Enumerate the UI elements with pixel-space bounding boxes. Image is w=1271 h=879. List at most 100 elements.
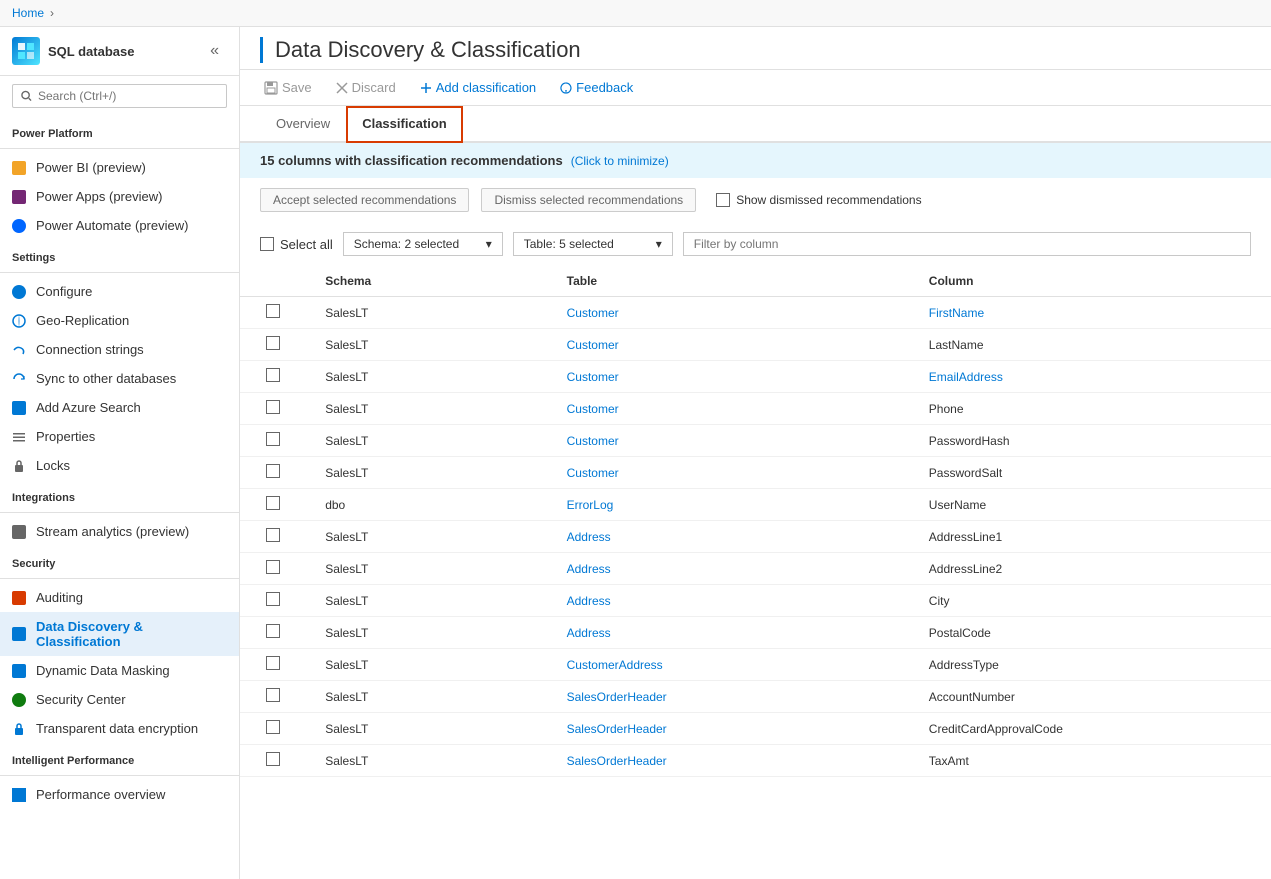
- encryption-icon: [12, 722, 26, 736]
- cell-table[interactable]: SalesOrderHeader: [547, 681, 909, 713]
- sidebar-label-encryption: Transparent data encryption: [36, 721, 198, 736]
- select-all-checkbox[interactable]: [260, 237, 274, 251]
- row-checkbox[interactable]: [266, 432, 280, 446]
- filter-row: Select all Schema: 2 selected ▾ Table: 5…: [240, 222, 1271, 266]
- sidebar-item-sync[interactable]: Sync to other databases: [0, 364, 239, 393]
- table-row: SalesLTAddressAddressLine1: [240, 521, 1271, 553]
- row-checkbox[interactable]: [266, 592, 280, 606]
- breadcrumb: Home ›: [0, 0, 1271, 27]
- cell-table[interactable]: Address: [547, 585, 909, 617]
- sidebar-item-configure[interactable]: Configure: [0, 277, 239, 306]
- cell-table[interactable]: CustomerAddress: [547, 649, 909, 681]
- sidebar-item-stream[interactable]: Stream analytics (preview): [0, 517, 239, 546]
- row-checkbox[interactable]: [266, 624, 280, 638]
- cell-table[interactable]: Customer: [547, 297, 909, 329]
- cell-column[interactable]: EmailAddress: [909, 361, 1271, 393]
- column-filter-input[interactable]: [683, 232, 1251, 256]
- row-checkbox[interactable]: [266, 752, 280, 766]
- cell-schema: SalesLT: [305, 521, 546, 553]
- accept-recommendations-button[interactable]: Accept selected recommendations: [260, 188, 469, 212]
- row-checkbox[interactable]: [266, 720, 280, 734]
- table-row: SalesLTAddressCity: [240, 585, 1271, 617]
- cell-table[interactable]: Customer: [547, 329, 909, 361]
- search-input[interactable]: [38, 89, 218, 103]
- sidebar-label-powerbi: Power BI (preview): [36, 160, 146, 175]
- sidebar-label-sync: Sync to other databases: [36, 371, 176, 386]
- cell-column: PasswordSalt: [909, 457, 1271, 489]
- row-checkbox[interactable]: [266, 496, 280, 510]
- tab-overview[interactable]: Overview: [260, 106, 346, 143]
- schema-filter-dropdown[interactable]: Schema: 2 selected ▾: [343, 232, 503, 256]
- tab-classification[interactable]: Classification: [346, 106, 463, 143]
- minimize-link[interactable]: (Click to minimize): [571, 154, 669, 168]
- section-intelligent-perf: Intelligent Performance: [0, 743, 239, 771]
- breadcrumb-home[interactable]: Home: [12, 6, 44, 20]
- sidebar-item-powerbi[interactable]: Power BI (preview): [0, 153, 239, 182]
- sidebar-item-discovery[interactable]: Data Discovery & Classification: [0, 612, 239, 656]
- cell-table[interactable]: ErrorLog: [547, 489, 909, 521]
- sidebar-label-configure: Configure: [36, 284, 92, 299]
- cell-column: CreditCardApprovalCode: [909, 713, 1271, 745]
- save-button[interactable]: Save: [260, 78, 316, 97]
- discard-button[interactable]: Discard: [332, 78, 400, 97]
- table-header-column: Column: [909, 266, 1271, 297]
- sidebar-item-auditing[interactable]: Auditing: [0, 583, 239, 612]
- row-checkbox[interactable]: [266, 304, 280, 318]
- sidebar-item-geo[interactable]: Geo-Replication: [0, 306, 239, 335]
- content-header: Data Discovery & Classification: [240, 27, 1271, 70]
- sidebar-item-locks[interactable]: Locks: [0, 451, 239, 480]
- sidebar-item-properties[interactable]: Properties: [0, 422, 239, 451]
- cell-table[interactable]: SalesOrderHeader: [547, 713, 909, 745]
- sidebar-item-powerapps[interactable]: Power Apps (preview): [0, 182, 239, 211]
- cell-schema: SalesLT: [305, 617, 546, 649]
- row-checkbox[interactable]: [266, 656, 280, 670]
- sidebar-item-perf[interactable]: Performance overview: [0, 780, 239, 809]
- cell-column[interactable]: FirstName: [909, 297, 1271, 329]
- feedback-button[interactable]: Feedback: [556, 78, 637, 97]
- cell-schema: SalesLT: [305, 649, 546, 681]
- sidebar-item-encryption[interactable]: Transparent data encryption: [0, 714, 239, 743]
- row-checkbox[interactable]: [266, 368, 280, 382]
- sidebar-item-azure[interactable]: Add Azure Search: [0, 393, 239, 422]
- cell-table[interactable]: Customer: [547, 425, 909, 457]
- search-box[interactable]: [12, 84, 227, 108]
- cell-schema: SalesLT: [305, 297, 546, 329]
- sidebar-collapse-button[interactable]: «: [202, 38, 227, 64]
- table-filter-dropdown[interactable]: Table: 5 selected ▾: [513, 232, 673, 256]
- row-checkbox[interactable]: [266, 528, 280, 542]
- sidebar-app-name: SQL database: [48, 44, 134, 59]
- automate-icon: [12, 219, 26, 233]
- cell-table[interactable]: Customer: [547, 457, 909, 489]
- row-checkbox[interactable]: [266, 688, 280, 702]
- recommendations-banner[interactable]: 15 columns with classification recommend…: [240, 143, 1271, 178]
- table-row: dboErrorLogUserName: [240, 489, 1271, 521]
- cell-table[interactable]: Address: [547, 617, 909, 649]
- section-settings: Settings: [0, 240, 239, 268]
- auditing-icon: [12, 591, 26, 605]
- sidebar-item-masking[interactable]: Dynamic Data Masking: [0, 656, 239, 685]
- row-checkbox[interactable]: [266, 336, 280, 350]
- powerbi-icon: [12, 161, 26, 175]
- sidebar-item-automate[interactable]: Power Automate (preview): [0, 211, 239, 240]
- show-dismissed-label[interactable]: Show dismissed recommendations: [716, 193, 921, 207]
- row-checkbox[interactable]: [266, 400, 280, 414]
- row-checkbox[interactable]: [266, 464, 280, 478]
- row-checkbox[interactable]: [266, 560, 280, 574]
- cell-table[interactable]: Customer: [547, 393, 909, 425]
- table-row: SalesLTSalesOrderHeaderTaxAmt: [240, 745, 1271, 777]
- sidebar-item-security-center[interactable]: Security Center: [0, 685, 239, 714]
- sidebar-item-connection[interactable]: Connection strings: [0, 335, 239, 364]
- table-row: SalesLTCustomerAddressAddressType: [240, 649, 1271, 681]
- cell-schema: SalesLT: [305, 393, 546, 425]
- dismiss-recommendations-button[interactable]: Dismiss selected recommendations: [481, 188, 696, 212]
- cell-table[interactable]: Customer: [547, 361, 909, 393]
- cell-table[interactable]: Address: [547, 553, 909, 585]
- add-classification-button[interactable]: Add classification: [416, 78, 540, 97]
- cell-table[interactable]: Address: [547, 521, 909, 553]
- table-row: SalesLTAddressAddressLine2: [240, 553, 1271, 585]
- classification-table: Schema Table Column SalesLTCustomerFirst…: [240, 266, 1271, 777]
- cell-table[interactable]: SalesOrderHeader: [547, 745, 909, 777]
- breadcrumb-separator: ›: [50, 6, 54, 20]
- show-dismissed-checkbox[interactable]: [716, 193, 730, 207]
- section-power-platform: Power Platform: [0, 116, 239, 144]
